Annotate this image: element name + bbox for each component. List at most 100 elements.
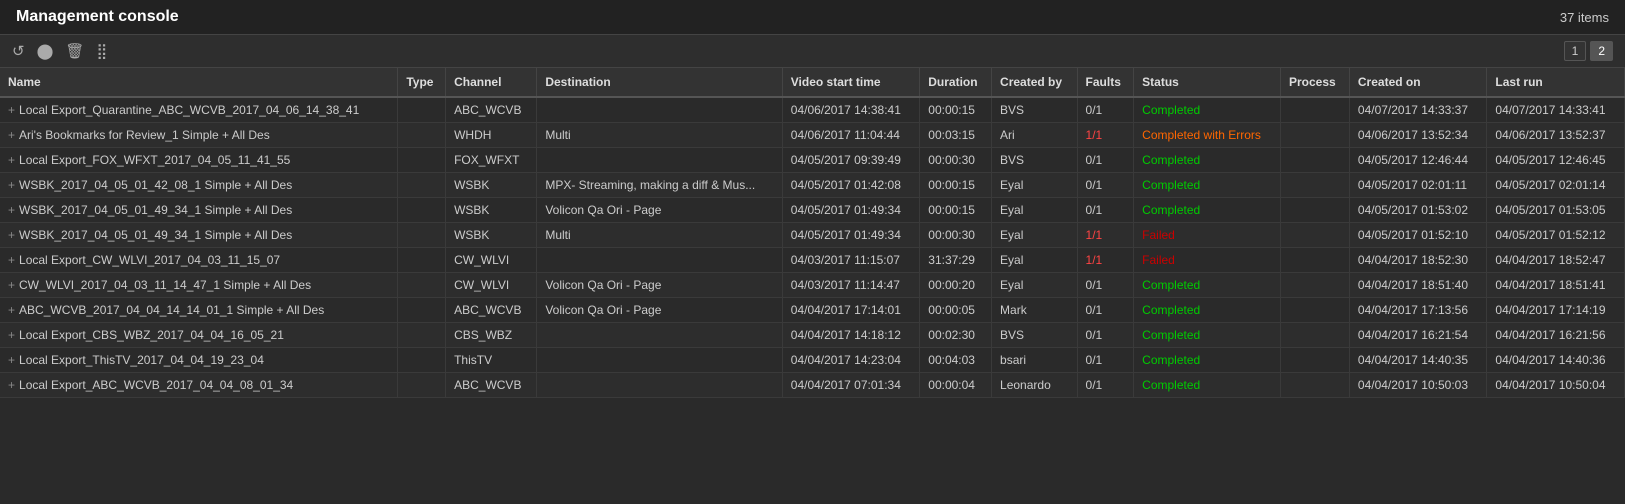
expand-icon[interactable]: + (8, 378, 15, 392)
cell-created-on: 04/04/2017 18:51:40 (1349, 273, 1487, 298)
expand-icon[interactable]: + (8, 178, 15, 192)
cell-process (1280, 173, 1349, 198)
cell-name: +CW_WLVI_2017_04_03_11_14_47_1 Simple + … (0, 273, 398, 298)
menu-icon[interactable]: ⣿ (96, 42, 107, 60)
cell-destination: Volicon Qa Ori - Page (537, 198, 782, 223)
table-row[interactable]: +WSBK_2017_04_05_01_49_34_1 Simple + All… (0, 198, 1625, 223)
table-body: +Local Export_Quarantine_ABC_WCVB_2017_0… (0, 97, 1625, 398)
delete-icon[interactable]: 🗑 (65, 42, 84, 60)
cell-channel: ThisTV (446, 348, 537, 373)
cell-status: Failed (1134, 223, 1281, 248)
table-row[interactable]: +Local Export_ThisTV_2017_04_04_19_23_04… (0, 348, 1625, 373)
cell-channel: ABC_WCVB (446, 373, 537, 398)
item-count: 37 items (1560, 10, 1609, 25)
col-created-by: Created by (992, 68, 1078, 97)
cell-created-on: 04/05/2017 01:53:02 (1349, 198, 1487, 223)
cell-destination (537, 348, 782, 373)
table-row[interactable]: +WSBK_2017_04_05_01_49_34_1 Simple + All… (0, 223, 1625, 248)
expand-icon[interactable]: + (8, 203, 15, 217)
cell-faults: 0/1 (1077, 173, 1134, 198)
recycle-icon[interactable]: ↺ (12, 42, 25, 60)
cell-process (1280, 148, 1349, 173)
cell-process (1280, 97, 1349, 123)
cell-created-on: 04/04/2017 14:40:35 (1349, 348, 1487, 373)
col-type: Type (398, 68, 446, 97)
cell-faults: 1/1 (1077, 248, 1134, 273)
expand-icon[interactable]: + (8, 153, 15, 167)
table-row[interactable]: +Local Export_Quarantine_ABC_WCVB_2017_0… (0, 97, 1625, 123)
cell-status: Completed (1134, 323, 1281, 348)
cell-type (398, 248, 446, 273)
cell-last-run: 04/04/2017 10:50:04 (1487, 373, 1625, 398)
cell-created-by: Ari (992, 123, 1078, 148)
table-row[interactable]: +WSBK_2017_04_05_01_42_08_1 Simple + All… (0, 173, 1625, 198)
cell-duration: 31:37:29 (920, 248, 992, 273)
cell-created-by: Eyal (992, 198, 1078, 223)
cell-duration: 00:02:30 (920, 323, 992, 348)
table-row[interactable]: +Local Export_CBS_WBZ_2017_04_04_16_05_2… (0, 323, 1625, 348)
cell-last-run: 04/04/2017 17:14:19 (1487, 298, 1625, 323)
cell-name: +Local Export_Quarantine_ABC_WCVB_2017_0… (0, 97, 398, 123)
cell-process (1280, 248, 1349, 273)
table-row[interactable]: +Local Export_CW_WLVI_2017_04_03_11_15_0… (0, 248, 1625, 273)
expand-icon[interactable]: + (8, 103, 15, 117)
expand-icon[interactable]: + (8, 278, 15, 292)
cell-faults: 0/1 (1077, 198, 1134, 223)
page-2[interactable]: 2 (1590, 41, 1613, 61)
expand-icon[interactable]: + (8, 353, 15, 367)
expand-icon[interactable]: + (8, 128, 15, 142)
cell-process (1280, 223, 1349, 248)
table-container: Name Type Channel Destination Video star… (0, 68, 1625, 398)
header-bar: Management console 37 items (0, 0, 1625, 35)
app-title: Management console (16, 8, 179, 26)
cell-destination (537, 148, 782, 173)
cell-name: +ABC_WCVB_2017_04_04_14_14_01_1 Simple +… (0, 298, 398, 323)
col-channel: Channel (446, 68, 537, 97)
col-video-start: Video start time (782, 68, 920, 97)
expand-icon[interactable]: + (8, 328, 15, 342)
cell-created-by: Eyal (992, 173, 1078, 198)
cell-duration: 00:00:04 (920, 373, 992, 398)
table-row[interactable]: +Ari's Bookmarks for Review_1 Simple + A… (0, 123, 1625, 148)
cell-duration: 00:00:15 (920, 173, 992, 198)
table-row[interactable]: +Local Export_ABC_WCVB_2017_04_04_08_01_… (0, 373, 1625, 398)
expand-icon[interactable]: + (8, 228, 15, 242)
cell-channel: FOX_WFXT (446, 148, 537, 173)
expand-icon[interactable]: + (8, 303, 15, 317)
cell-name: +WSBK_2017_04_05_01_49_34_1 Simple + All… (0, 223, 398, 248)
col-last-run: Last run (1487, 68, 1625, 97)
cell-last-run: 04/04/2017 18:51:41 (1487, 273, 1625, 298)
cell-last-run: 04/05/2017 01:53:05 (1487, 198, 1625, 223)
cell-channel: WSBK (446, 223, 537, 248)
table-row[interactable]: +ABC_WCVB_2017_04_04_14_14_01_1 Simple +… (0, 298, 1625, 323)
cell-destination (537, 323, 782, 348)
col-duration: Duration (920, 68, 992, 97)
cell-faults: 0/1 (1077, 348, 1134, 373)
cell-created-on: 04/04/2017 18:52:30 (1349, 248, 1487, 273)
cell-last-run: 04/04/2017 16:21:56 (1487, 323, 1625, 348)
cell-type (398, 198, 446, 223)
table-row[interactable]: +CW_WLVI_2017_04_03_11_14_47_1 Simple + … (0, 273, 1625, 298)
cell-faults: 0/1 (1077, 97, 1134, 123)
cell-created-by: Eyal (992, 248, 1078, 273)
cell-created-by: BVS (992, 97, 1078, 123)
cell-duration: 00:03:15 (920, 123, 992, 148)
stop-icon[interactable]: ⬤ (37, 42, 54, 60)
cell-created-on: 04/06/2017 13:52:34 (1349, 123, 1487, 148)
cell-destination: Volicon Qa Ori - Page (537, 273, 782, 298)
cell-faults: 1/1 (1077, 123, 1134, 148)
cell-status: Completed (1134, 373, 1281, 398)
cell-destination: MPX- Streaming, making a diff & Mus... (537, 173, 782, 198)
cell-process (1280, 373, 1349, 398)
cell-created-on: 04/05/2017 12:46:44 (1349, 148, 1487, 173)
cell-channel: WHDH (446, 123, 537, 148)
page-1[interactable]: 1 (1564, 41, 1587, 61)
cell-created-by: Eyal (992, 273, 1078, 298)
table-row[interactable]: +Local Export_FOX_WFXT_2017_04_05_11_41_… (0, 148, 1625, 173)
col-destination: Destination (537, 68, 782, 97)
cell-destination: Multi (537, 123, 782, 148)
expand-icon[interactable]: + (8, 253, 15, 267)
cell-destination (537, 373, 782, 398)
cell-status: Completed (1134, 148, 1281, 173)
cell-created-on: 04/04/2017 17:13:56 (1349, 298, 1487, 323)
